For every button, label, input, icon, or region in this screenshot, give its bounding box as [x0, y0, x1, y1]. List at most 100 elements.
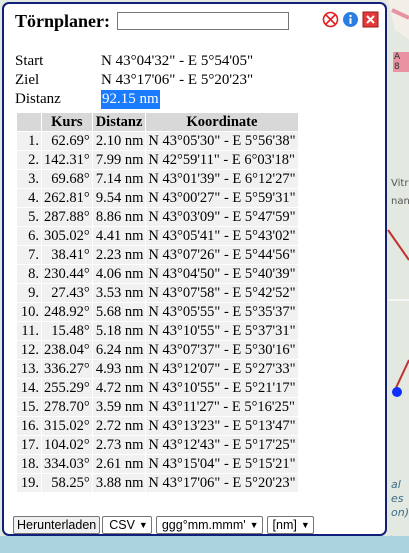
row-coordinate: N 43°00'27" - E 5°59'31": [146, 189, 298, 207]
format-select[interactable]: CSV ▼: [102, 516, 152, 534]
row-course: 142.31°: [42, 151, 92, 169]
goal-value: N 43°17'06" - E 5°20'23": [101, 72, 254, 88]
row-coordinate: N 42°59'11" - E 6°03'18": [146, 151, 298, 169]
row-course: 69.68°: [42, 170, 92, 188]
row-index: 7.: [17, 246, 41, 264]
table-row: 10. 248.92° 5.68 nm N 43°05'55" - E 5°35'37…: [17, 303, 298, 321]
route-name-input[interactable]: [117, 12, 289, 30]
route-planner-panel: Törnplaner: Start N 43°04'32" - E 5°54'0…: [2, 2, 387, 536]
table-row: 2. 142.31° 7.99 nm N 42°59'11" - E 6°03'18": [17, 151, 298, 169]
map-label-water-2: es: [391, 492, 404, 505]
row-coordinate: N 43°07'26" - E 5°44'56": [146, 246, 298, 264]
header-coordinate: Koordinate: [146, 113, 298, 131]
row-distance: 7.14 nm: [92, 170, 146, 188]
row-index: 14.: [17, 379, 41, 397]
row-distance: 5.18 nm: [92, 322, 146, 340]
row-index: 5.: [17, 208, 41, 226]
route-point-marker: [392, 387, 402, 397]
row-course: 315.02°: [42, 417, 92, 435]
row-coordinate: N 43°05'41" - E 5°43'02": [146, 227, 298, 245]
chevron-down-icon: ▼: [138, 520, 148, 530]
row-distance: 8.86 nm: [92, 208, 146, 226]
row-distance: 4.93 nm: [92, 360, 146, 378]
row-distance: 4.41 nm: [92, 227, 146, 245]
table-row: 15. 278.70° 3.59 nm N 43°11'27" - E 5°16'25…: [17, 398, 298, 416]
row-distance: 5.68 nm: [92, 303, 146, 321]
row-index: 11.: [17, 322, 41, 340]
start-row: Start N 43°04'32" - E 5°54'05": [15, 52, 253, 71]
row-coordinate: N 43°05'55" - E 5°35'37": [146, 303, 298, 321]
row-coordinate: N 43°13'23" - E 5°13'47": [146, 417, 298, 435]
chevron-down-icon: ▼: [249, 520, 259, 530]
row-index: 4.: [17, 189, 41, 207]
export-toolbar: Herunterladen CSV ▼ ggg°mm.mmm' ▼ [nm] ▼: [13, 516, 314, 534]
row-index: 10.: [17, 303, 41, 321]
distance-value[interactable]: 92.15 nm: [101, 90, 160, 109]
table-row: 14. 255.29° 4.72 nm N 43°10'55" - E 5°21'17…: [17, 379, 298, 397]
row-course: 255.29°: [42, 379, 92, 397]
route-summary: Start N 43°04'32" - E 5°54'05" Ziel N 43…: [15, 52, 253, 109]
table-row: 19. 58.25° 3.88 nm N 43°17'06" - E 5°20'23": [17, 474, 298, 492]
start-value: N 43°04'32" - E 5°54'05": [101, 53, 254, 69]
table-header-row: Kurs Distanz Koordinate: [17, 113, 298, 131]
map-label-road: A 8: [393, 52, 409, 72]
row-index: 18.: [17, 455, 41, 473]
delete-icon[interactable]: [322, 11, 339, 28]
row-distance: 2.61 nm: [92, 455, 146, 473]
row-course: 27.43°: [42, 284, 92, 302]
format-value: CSV: [109, 518, 135, 532]
row-index: 6.: [17, 227, 41, 245]
row-coordinate: N 43°01'39" - E 6°12'27": [146, 170, 298, 188]
row-coordinate: N 43°11'27" - E 5°16'25": [146, 398, 298, 416]
chevron-down-icon: ▼: [300, 520, 310, 530]
row-coordinate: N 43°10'55" - E 5°21'17": [146, 379, 298, 397]
row-distance: 2.10 nm: [92, 132, 146, 150]
row-course: 287.88°: [42, 208, 92, 226]
map-label-water-3: on): [391, 506, 409, 519]
unit-value: [nm]: [272, 518, 297, 532]
row-coordinate: N 43°15'04" - E 5°15'21": [146, 455, 298, 473]
row-distance: 2.72 nm: [92, 417, 146, 435]
coordinate-format-select[interactable]: ggg°mm.mmm' ▼: [155, 516, 263, 534]
row-index: 13.: [17, 360, 41, 378]
row-distance: 4.72 nm: [92, 379, 146, 397]
distance-row: Distanz 92.15 nm: [15, 90, 253, 109]
unit-select[interactable]: [nm] ▼: [266, 516, 314, 534]
row-index: 16.: [17, 417, 41, 435]
table-row: 5. 287.88° 8.86 nm N 43°03'09" - E 5°47'59": [17, 208, 298, 226]
row-coordinate: N 43°04'50" - E 5°40'39": [146, 265, 298, 283]
close-icon[interactable]: [362, 11, 379, 28]
row-index: 8.: [17, 265, 41, 283]
download-button[interactable]: Herunterladen: [13, 516, 101, 534]
info-icon[interactable]: [342, 11, 359, 28]
table-row: 4. 262.81° 9.54 nm N 43°00'27" - E 5°59'31": [17, 189, 298, 207]
panel-title: Törnplaner:: [15, 11, 111, 31]
row-coordinate: N 43°07'58" - E 5°42'52": [146, 284, 298, 302]
row-distance: 9.54 nm: [92, 189, 146, 207]
row-distance: 6.24 nm: [92, 341, 146, 359]
row-index: 19.: [17, 474, 41, 492]
table-row: 12. 238.04° 6.24 nm N 43°07'37" - E 5°30'16…: [17, 341, 298, 359]
table-row: 11. 15.48° 5.18 nm N 43°10'55" - E 5°37'31": [17, 322, 298, 340]
table-row: 3. 69.68° 7.14 nm N 43°01'39" - E 6°12'27": [17, 170, 298, 188]
header-course: Kurs: [42, 113, 92, 131]
row-course: 248.92°: [42, 303, 92, 321]
row-course: 104.02°: [42, 436, 92, 454]
distance-label: Distanz: [15, 91, 61, 107]
table-row: 9. 27.43° 3.53 nm N 43°07'58" - E 5°42'52": [17, 284, 298, 302]
row-course: 336.27°: [42, 360, 92, 378]
row-coordinate: N 43°05'30" - E 5°56'38": [146, 132, 298, 150]
row-index: 12.: [17, 341, 41, 359]
header-index: [17, 113, 41, 131]
row-index: 9.: [17, 284, 41, 302]
table-row: 17. 104.02° 2.73 nm N 43°12'43" - E 5°17'25…: [17, 436, 298, 454]
row-coordinate: N 43°17'06" - E 5°20'23": [146, 474, 298, 492]
row-distance: 3.59 nm: [92, 398, 146, 416]
row-coordinate: N 43°12'43" - E 5°17'25": [146, 436, 298, 454]
row-index: 15.: [17, 398, 41, 416]
row-index: 1.: [17, 132, 41, 150]
row-distance: 3.88 nm: [92, 474, 146, 492]
row-index: 17.: [17, 436, 41, 454]
row-coordinate: N 43°03'09" - E 5°47'59": [146, 208, 298, 226]
start-label: Start: [15, 53, 44, 69]
